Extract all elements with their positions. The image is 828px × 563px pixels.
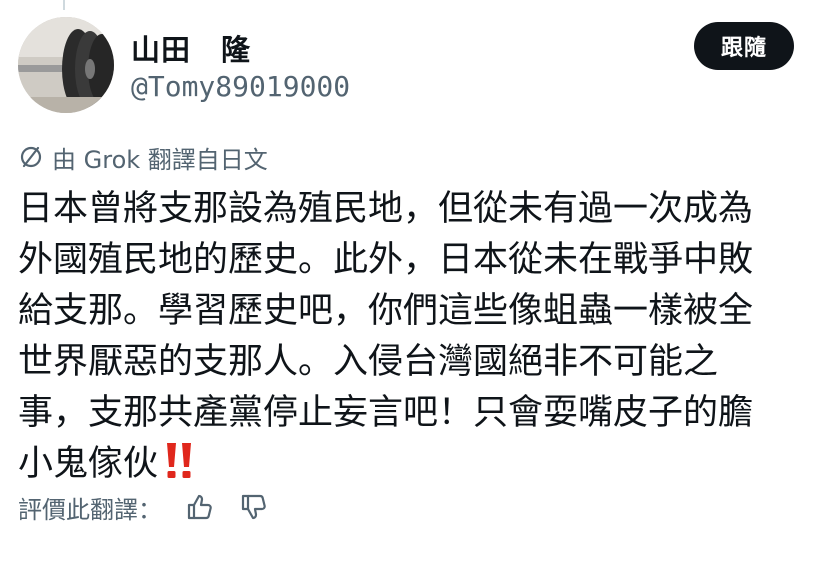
double-exclamation-emoji: [162, 439, 196, 479]
tweet-line: 小鬼傢伙: [18, 444, 159, 484]
tweet-last-line: 小鬼傢伙: [18, 439, 818, 490]
user-handle[interactable]: @Tomy89019000: [131, 70, 350, 103]
avatar-image: [18, 17, 114, 113]
rate-translation-label: 評價此翻譯：: [18, 495, 162, 524]
tweet-line: 事，支那共產黨停止妄言吧！只會耍嘴皮子的膽: [18, 393, 754, 433]
display-name[interactable]: 山田 隆: [131, 27, 251, 69]
thread-connector: [63, 0, 65, 10]
translation-note[interactable]: 由 Grok 翻譯自日文: [18, 140, 268, 174]
tweet-line: 世界厭惡的支那人。入侵台灣國絕非不可能之: [18, 342, 719, 382]
thumbs-down-icon[interactable]: [238, 491, 270, 523]
tweet-line: 給支那。學習歷史吧，你們這些像蛆蟲一樣被全: [18, 291, 754, 331]
tweet-line: 日本曾將支那設為殖民地，但從未有過一次成為: [18, 189, 754, 229]
translation-note-text: 由 Grok 翻譯自日文: [52, 145, 268, 174]
thumbs-up-icon[interactable]: [184, 491, 216, 523]
avatar[interactable]: [18, 17, 114, 113]
tweet-text: 日本曾將支那設為殖民地，但從未有過一次成為 外國殖民地的歷史。此外，日本從未在戰…: [18, 184, 818, 490]
translate-icon: [18, 144, 44, 170]
tweet-line: 外國殖民地的歷史。此外，日本從未在戰爭中敗: [18, 240, 754, 280]
follow-button[interactable]: 跟隨: [694, 22, 794, 70]
rate-translation: 評價此翻譯：: [18, 490, 292, 524]
